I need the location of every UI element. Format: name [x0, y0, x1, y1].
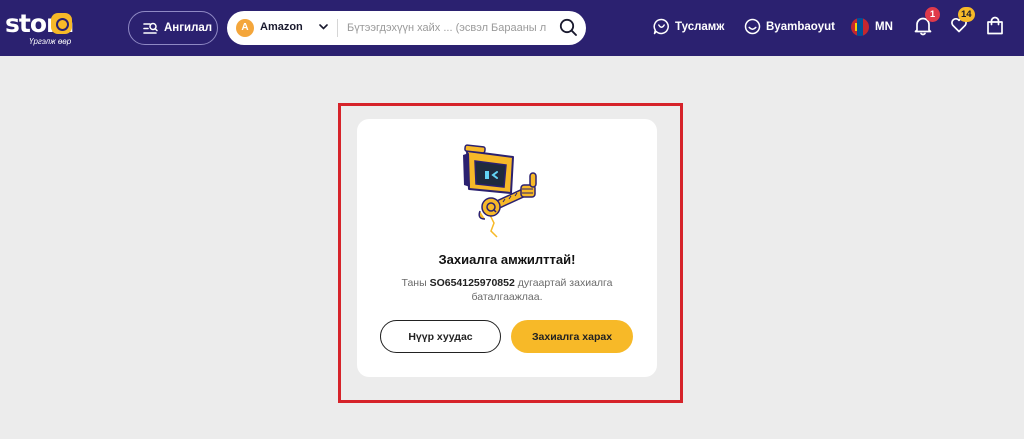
category-search-icon: [143, 22, 158, 34]
view-order-button[interactable]: Захиалга харах: [511, 320, 633, 353]
wishlist-button[interactable]: 14: [950, 7, 975, 39]
notifications-button[interactable]: 1: [914, 7, 940, 41]
robot-thumbs-up-illustration: [463, 144, 537, 238]
search-input[interactable]: [347, 16, 547, 40]
shopping-bag-icon: [987, 16, 1003, 35]
cart-button[interactable]: [986, 16, 1004, 40]
chat-help-icon: [653, 18, 669, 35]
chevron-down-icon[interactable]: [319, 24, 328, 30]
notification-count-badge: 1: [925, 7, 940, 22]
store-select[interactable]: Amazon: [260, 21, 303, 33]
order-success-card: Захиалга амжилттай! Таны SO654125970852 …: [357, 119, 657, 377]
help-link[interactable]: Тусламж: [653, 18, 724, 35]
help-label: Тусламж: [675, 20, 725, 33]
top-navigation-bar: stora Үргэлж өөр Ангилал A Amazon Бүтээг…: [0, 0, 1024, 56]
order-number: SO654125970852: [429, 277, 515, 289]
category-button[interactable]: Ангилал: [128, 11, 218, 45]
category-button-label: Ангилал: [164, 22, 213, 34]
message-prefix: Таны: [401, 277, 427, 289]
search-divider: [337, 19, 338, 37]
success-title: Захиалга амжилттай!: [438, 252, 576, 267]
logo-mark-icon: [51, 13, 72, 34]
stora-logo[interactable]: stora Үргэлж өөр: [5, 10, 75, 47]
smile-user-icon: [744, 18, 761, 35]
search-icon[interactable]: [559, 18, 578, 37]
mongolia-flag-icon: [851, 18, 869, 36]
language-selector[interactable]: MN: [851, 18, 893, 36]
success-message: Таны SO654125970852 дугаартай захиалга б…: [387, 276, 627, 304]
language-label: MN: [875, 21, 893, 33]
user-account-link[interactable]: Byambaoyut: [744, 18, 835, 35]
search-bar: A Amazon: [227, 11, 586, 45]
home-page-button[interactable]: Нүүр хуудас: [380, 320, 501, 353]
wishlist-count-badge: 14: [958, 7, 975, 22]
store-initial-badge[interactable]: A: [236, 19, 254, 37]
logo-tagline: Үргэлж өөр: [29, 37, 72, 46]
user-name: Byambaoyut: [766, 20, 836, 33]
